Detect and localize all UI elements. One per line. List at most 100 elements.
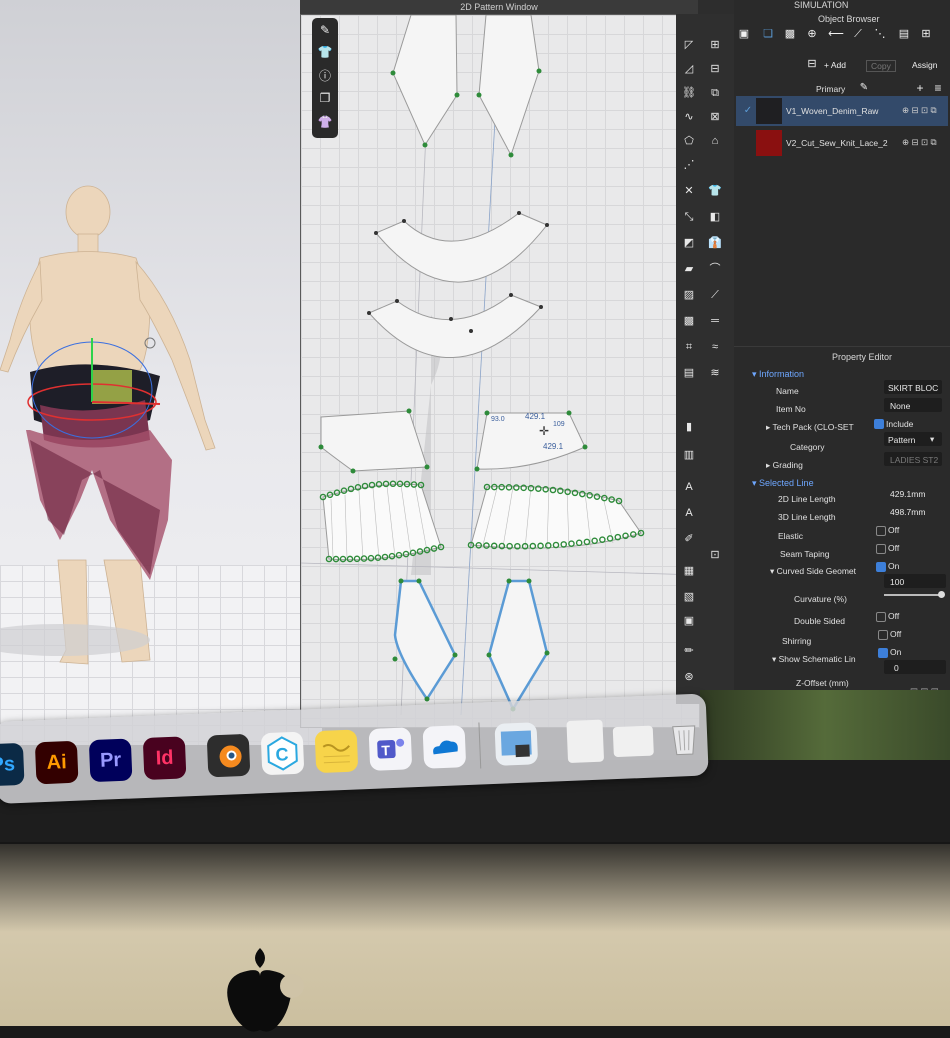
fabric-swatch-2 (756, 130, 782, 156)
button-icon[interactable]: ⊡ (706, 546, 724, 564)
avatar-tab-icon[interactable]: ▣ (736, 26, 752, 42)
stitch-icon[interactable]: ▩ (680, 312, 698, 330)
elastic-checkbox[interactable] (876, 526, 886, 536)
grain-icon[interactable]: ≋ (706, 364, 724, 382)
sticker-icon[interactable]: ⊛ (680, 668, 698, 686)
select-tool-icon[interactable]: ◸ (680, 36, 698, 54)
add-fabric-icon[interactable]: + (912, 80, 928, 96)
document-thumbnail-2[interactable] (612, 725, 654, 758)
car-icon[interactable]: ⊟ (804, 56, 820, 72)
ruler-icon[interactable]: ▮ (680, 418, 698, 436)
fold-icon[interactable]: ◧ (706, 208, 724, 226)
ruffle-point (381, 553, 389, 561)
shirt-icon[interactable]: 👕 (317, 44, 333, 60)
pencil-icon[interactable]: ✏ (680, 642, 698, 660)
curved-label[interactable]: ▾ Curved Side Geomet (770, 566, 856, 577)
preview-app-icon[interactable] (494, 722, 539, 766)
button-tab-icon[interactable]: ⊕ (804, 26, 820, 42)
clo-app-icon[interactable]: C (260, 731, 305, 776)
crop-icon[interactable]: ⌗ (680, 338, 698, 356)
fabric-icon[interactable]: ▤ (680, 364, 698, 382)
notes-app-icon[interactable] (314, 729, 359, 774)
pen-icon[interactable]: ✎ (317, 22, 333, 38)
onedrive-app-icon[interactable] (422, 725, 467, 769)
ruffle-point (417, 481, 425, 489)
pattern-tab-icon[interactable]: ▩ (782, 26, 798, 42)
topstitch-tab-icon[interactable]: ⊞ (918, 26, 934, 42)
shirring-checkbox[interactable] (878, 630, 888, 640)
2d-pattern-window[interactable]: 429.1 429.1 109 93.0 ✛ (300, 14, 700, 728)
trim-icon[interactable]: ▣ (680, 612, 698, 630)
dock-app-ai[interactable]: Ai (34, 740, 79, 785)
polygon-icon[interactable]: ⬠ (680, 132, 698, 150)
3d-garment-window[interactable] (0, 0, 325, 745)
fabric-row-2-actions[interactable]: ⊕ ⊟ ⊡ ⧉ (902, 137, 937, 148)
copy-button[interactable]: Copy (866, 60, 896, 72)
seam-icon[interactable]: ⤡ (680, 208, 698, 226)
fabric-row-1[interactable]: ✓ V1_Woven_Denim_Raw ⊕ ⊟ ⊡ ⧉ (736, 96, 948, 126)
shirt-tool-icon[interactable]: 👕 (706, 182, 724, 200)
curvature-slider-handle[interactable] (938, 591, 945, 598)
curved-checkbox[interactable] (876, 562, 886, 572)
measure-icon[interactable]: ⟋ (706, 286, 724, 304)
garment-icon[interactable]: 👚 (317, 114, 333, 130)
simulation-label[interactable]: SIMULATION (794, 0, 848, 10)
dock-app-ps[interactable]: Ps (0, 742, 25, 787)
layers-icon[interactable]: ❐ (317, 90, 333, 106)
pleat-icon[interactable]: ▧ (680, 588, 698, 606)
fabric-row-1-actions[interactable]: ⊕ ⊟ ⊡ ⧉ (902, 105, 937, 116)
selected-line-section[interactable]: ▾ Selected Line (752, 478, 814, 489)
tape-icon[interactable]: ═ (706, 312, 724, 330)
include-checkbox[interactable] (874, 419, 884, 429)
document-thumbnail-1[interactable] (566, 719, 605, 763)
grading-label[interactable]: ▸ Grading (766, 460, 803, 471)
edit-curve-icon[interactable]: ⊟ (706, 60, 724, 78)
ruffle-point (467, 541, 475, 549)
blender-app-icon[interactable] (206, 733, 251, 778)
curvature-slider[interactable] (884, 594, 942, 596)
iron-icon[interactable]: ⌂ (706, 132, 724, 150)
add-button[interactable]: + Add (824, 60, 846, 70)
ruffle-point (409, 549, 417, 557)
curve-icon[interactable]: ∿ (680, 108, 698, 126)
text-icon[interactable]: A (680, 478, 698, 496)
wave-icon[interactable]: ≈ (706, 338, 724, 356)
shirt-alt-icon[interactable]: 👔 (706, 234, 724, 252)
hanger-icon[interactable]: ⌒ (706, 260, 724, 278)
assign-button[interactable]: Assign (912, 60, 938, 70)
brush-icon[interactable]: ✐ (680, 530, 698, 548)
schematic-checkbox[interactable] (878, 648, 888, 658)
schematic-label[interactable]: ▾ Show Schematic Lin (772, 654, 856, 665)
trash-icon[interactable] (662, 715, 706, 759)
grid-icon[interactable]: ▦ (680, 562, 698, 580)
arrow-tab-icon[interactable]: ⟵ (828, 26, 844, 42)
info-icon[interactable]: ⓘ (317, 68, 333, 84)
dock-app-id[interactable]: Id (142, 736, 187, 781)
dock-app-pr[interactable]: Pr (88, 738, 133, 783)
menu-icon[interactable]: ≡ (930, 80, 946, 96)
cut-icon[interactable]: ✕ (680, 182, 698, 200)
pin-icon[interactable]: ▨ (680, 286, 698, 304)
dart-icon[interactable]: ◩ (680, 234, 698, 252)
fabric-row-2[interactable]: V2_Cut_Sew_Knit_Lace_2 ⊕ ⊟ ⊡ ⧉ (736, 128, 948, 158)
information-section[interactable]: ▾ Information (752, 369, 804, 380)
fabric-tab-icon[interactable]: ❏ (760, 26, 776, 42)
link-icon[interactable]: ⛓ (680, 84, 698, 102)
teams-app-icon[interactable]: T (368, 727, 413, 771)
text-alt-icon[interactable]: A (680, 504, 698, 522)
zip-icon[interactable]: ▥ (680, 446, 698, 464)
transform-tool-icon[interactable]: ⊞ (706, 36, 724, 54)
zipper-tab-icon[interactable]: ⋱ (872, 26, 888, 42)
trim-tab-icon[interactable]: ▤ (896, 26, 912, 42)
segment-icon[interactable]: ⊠ (706, 108, 724, 126)
seam-taping-checkbox[interactable] (876, 544, 886, 554)
primary-dropdown[interactable]: Primary (816, 84, 845, 94)
sew-icon[interactable]: ▰ (680, 260, 698, 278)
double-sided-checkbox[interactable] (876, 612, 886, 622)
edit-icon[interactable]: ✎ (856, 80, 872, 96)
point-tool-icon[interactable]: ⋰ (680, 156, 698, 174)
line-tab-icon[interactable]: ⟋ (850, 26, 866, 42)
edit-point-icon[interactable]: ◿ (680, 60, 698, 78)
arrange-icon[interactable]: ⧉ (706, 84, 724, 102)
tech-pack-label[interactable]: ▸ Tech Pack (CLO-SET (766, 422, 854, 433)
